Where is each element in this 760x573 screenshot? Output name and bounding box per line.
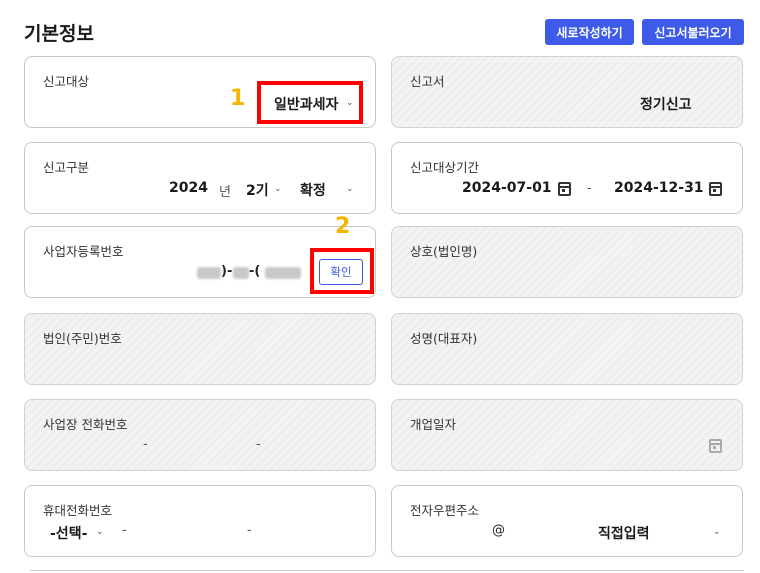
calendar-icon	[709, 439, 722, 453]
open-date-card: 개업일자	[391, 399, 743, 471]
mobile-prefix-select[interactable]: -선택-	[50, 523, 87, 543]
report-period-card: 신고대상기간 2024-07-01 - 2024-12-31	[391, 142, 743, 214]
chevron-down-icon: ⌄	[713, 527, 721, 537]
business-reg-label: 사업자등록번호	[43, 244, 124, 259]
corp-no-label: 법인(주민)번호	[43, 331, 122, 346]
reg-no-separator-2: -(	[249, 264, 261, 279]
business-phone-label: 사업장 전화번호	[43, 417, 128, 432]
chevron-down-icon: ⌄	[274, 184, 282, 194]
page-title: 기본정보	[24, 23, 94, 45]
mobile-separator-1: -	[122, 523, 127, 538]
representative-card: 성명(대표자)	[391, 313, 743, 385]
company-name-card: 상호(법인명)	[391, 226, 743, 298]
year-unit-label: 년	[219, 185, 231, 200]
date-separator: -	[587, 181, 592, 196]
representative-label: 성명(대표자)	[410, 331, 478, 346]
report-status-select[interactable]: 확정	[300, 180, 326, 200]
business-phone-card: 사업장 전화번호 - -	[24, 399, 376, 471]
open-date-label: 개업일자	[410, 417, 457, 432]
calendar-icon[interactable]	[558, 182, 571, 196]
mobile-card: 휴대전화번호 -선택- ⌄ - -	[24, 485, 376, 557]
highlight-box-2	[310, 248, 374, 294]
mobile-label: 휴대전화번호	[43, 503, 113, 518]
report-period-select[interactable]: 2기	[246, 180, 269, 200]
report-period-label: 신고대상기간	[410, 160, 480, 175]
report-type-label: 신고구분	[43, 160, 90, 175]
report-year-input[interactable]: 2024	[169, 180, 208, 196]
annotation-1: 1	[230, 86, 246, 111]
report-form-card: 신고서 정기신고	[391, 56, 743, 128]
redacted-reg-no-part1	[197, 267, 221, 279]
email-label: 전자우편주소	[410, 503, 480, 518]
start-date-input[interactable]: 2024-07-01	[462, 180, 552, 196]
redacted-reg-no-part3	[265, 267, 301, 279]
phone-separator-2: -	[256, 437, 261, 452]
email-at-sign: @	[492, 523, 505, 538]
mobile-separator-2: -	[247, 523, 252, 538]
divider	[30, 570, 744, 571]
corp-no-card: 법인(주민)번호	[24, 313, 376, 385]
report-type-card: 신고구분 2024 년 2기 ⌄ 확정 ⌄	[24, 142, 376, 214]
end-date-input[interactable]: 2024-12-31	[614, 180, 704, 196]
calendar-icon[interactable]	[709, 182, 722, 196]
company-name-label: 상호(법인명)	[410, 244, 478, 259]
annotation-2: 2	[335, 214, 351, 239]
email-card: 전자우편주소 @ 직접입력 ⌄	[391, 485, 743, 557]
load-report-button[interactable]: 신고서불러오기	[642, 19, 744, 45]
chevron-down-icon: ⌄	[346, 184, 354, 194]
report-form-label: 신고서	[410, 74, 445, 89]
chevron-down-icon: ⌄	[96, 527, 104, 537]
phone-separator-1: -	[143, 437, 148, 452]
reg-no-separator-1: )-	[221, 264, 233, 279]
email-domain-select[interactable]: 직접입력	[598, 523, 650, 543]
new-report-button[interactable]: 새로작성하기	[545, 19, 634, 45]
report-target-label: 신고대상	[43, 74, 90, 89]
highlight-box-1	[257, 81, 363, 124]
redacted-reg-no-part2	[233, 267, 249, 279]
report-form-value: 정기신고	[640, 97, 692, 113]
